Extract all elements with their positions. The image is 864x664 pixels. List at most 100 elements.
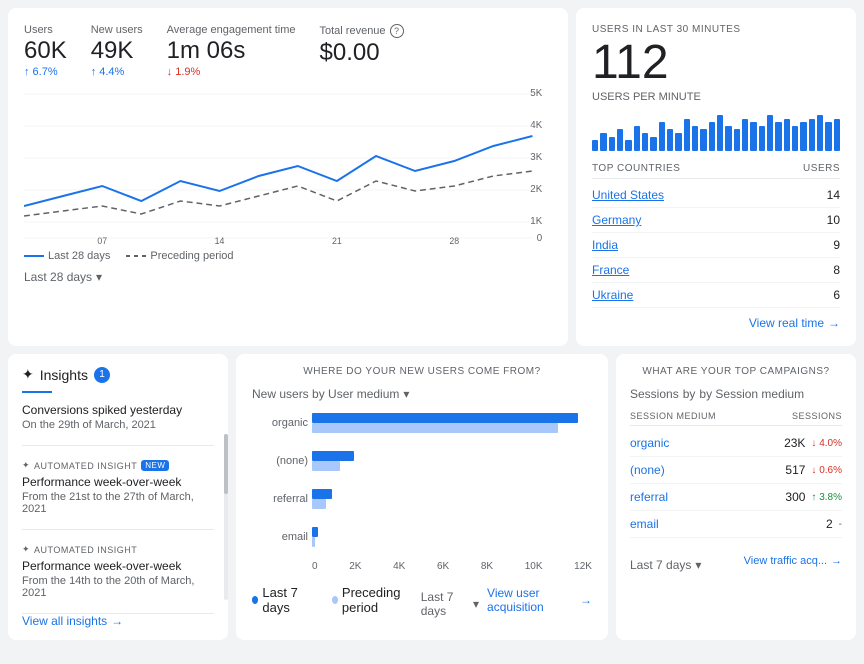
campaigns-filter1[interactable]: Sessions xyxy=(630,387,679,401)
mini-bar-chart xyxy=(592,111,840,151)
bar-primary-email xyxy=(312,527,318,537)
bar-secondary-organic xyxy=(312,423,558,433)
bar-wrapper-email xyxy=(312,527,592,547)
bar-wrapper-none xyxy=(312,451,592,471)
mini-bar-item xyxy=(775,122,781,151)
mini-bar-item xyxy=(784,119,790,151)
campaign-change: ↑ 3.8% xyxy=(811,492,842,503)
line-chart: 5K 4K 3K 2K 1K 0 07 Mar 14 xyxy=(24,86,552,246)
campaign-sessions: 300 xyxy=(765,490,805,504)
metric-revenue: Total revenue ? $0.00 xyxy=(320,24,404,78)
campaign-stats: 23K ↓ 4.0% xyxy=(765,436,842,450)
realtime-card: USERS IN LAST 30 MINUTES 112 USERS PER M… xyxy=(576,8,856,346)
legend-dot-last7 xyxy=(252,596,258,604)
new-users-date-filter[interactable]: Last 7 days ▾ xyxy=(421,590,479,618)
new-users-section-title: WHERE DO YOUR NEW USERS COME FROM? xyxy=(252,366,592,377)
line-chart-svg: 5K 4K 3K 2K 1K 0 07 Mar 14 xyxy=(24,86,552,246)
date-filter-button[interactable]: Last 28 days ▾ xyxy=(24,270,552,284)
mini-bar-item xyxy=(700,129,706,151)
svg-text:28: 28 xyxy=(449,236,459,246)
country-row: United States 14 xyxy=(592,183,840,208)
campaign-name[interactable]: (none) xyxy=(630,463,665,477)
insight-item-2: ✦ AUTOMATED INSIGHT New Performance week… xyxy=(22,460,214,530)
campaigns-filter2[interactable]: by Session medium xyxy=(699,387,804,401)
campaign-sessions: 23K xyxy=(765,436,805,450)
svg-text:1K: 1K xyxy=(530,216,542,227)
mini-bar-item xyxy=(825,122,831,151)
mini-bar-item xyxy=(667,129,673,151)
mini-bar-item xyxy=(734,129,740,151)
country-name[interactable]: United States xyxy=(592,188,664,202)
mini-bar-item xyxy=(817,115,823,151)
arrow-right-icon: → xyxy=(831,555,842,567)
scrollbar-thumb[interactable] xyxy=(224,434,228,494)
view-all-insights-link[interactable]: View all insights → xyxy=(22,614,214,628)
bar-wrapper-organic xyxy=(312,413,592,433)
svg-text:21: 21 xyxy=(332,236,342,246)
mini-bar-item xyxy=(792,126,798,151)
chevron-down-icon: ▾ xyxy=(96,270,102,284)
campaigns-section-title: WHAT ARE YOUR TOP CAMPAIGNS? xyxy=(630,366,842,377)
campaigns-date-filter[interactable]: Last 7 days ▾ xyxy=(630,558,701,572)
mini-bar-item xyxy=(767,115,773,151)
campaign-row: email 2 - xyxy=(630,511,842,538)
campaign-sessions: 2 xyxy=(793,517,833,531)
arrow-right-icon: → xyxy=(580,593,592,607)
mini-bar-item xyxy=(617,129,623,151)
country-name[interactable]: France xyxy=(592,263,629,277)
sparkle-icon-2: ✦ xyxy=(22,460,30,471)
view-user-acquisition-link[interactable]: View user acquisition → xyxy=(487,586,592,614)
mini-bar-item xyxy=(684,119,690,151)
new-users-footer: Last 7 days Preceding period Last 7 days… xyxy=(252,582,592,618)
mini-bar-item xyxy=(675,133,681,151)
bar-row-none: (none) xyxy=(312,451,592,471)
campaign-sessions: 517 xyxy=(765,463,805,477)
chart-legend: Last 28 days Preceding period xyxy=(24,250,552,262)
country-name[interactable]: Ukraine xyxy=(592,288,633,302)
campaign-name[interactable]: organic xyxy=(630,436,669,450)
campaign-change: ↓ 0.6% xyxy=(811,465,842,476)
campaign-row: (none) 517 ↓ 0.6% xyxy=(630,457,842,484)
campaigns-filter-row: Sessions by by Session medium xyxy=(630,387,842,401)
metric-new-users: New users 49K ↑ 4.4% xyxy=(91,24,143,78)
chevron-down-icon: ▾ xyxy=(695,558,701,572)
campaign-rows: organic 23K ↓ 4.0% (none) 517 ↓ 0.6% ref… xyxy=(630,430,842,538)
mini-bar-item xyxy=(717,115,723,151)
view-traffic-acq-link[interactable]: View traffic acq... → xyxy=(744,555,842,567)
mini-bar-item xyxy=(642,133,648,151)
new-users-chart-filter[interactable]: New users by User medium ▾ xyxy=(252,387,592,401)
legend-last7: Last 7 days xyxy=(252,585,316,615)
insight-item-3: ✦ AUTOMATED INSIGHT Performance week-ove… xyxy=(22,544,214,614)
country-name[interactable]: India xyxy=(592,238,618,252)
countries-header: TOP COUNTRIES USERS xyxy=(592,163,840,179)
insight-detail-1: On the 29th of March, 2021 xyxy=(22,419,214,431)
top-section: Users 60K ↑ 6.7% New users 49K ↑ 4.4% Av… xyxy=(8,8,856,346)
insight-type-2: ✦ AUTOMATED INSIGHT New xyxy=(22,460,214,471)
bar-secondary-referral xyxy=(312,499,326,509)
metric-users: Users 60K ↑ 6.7% xyxy=(24,24,67,78)
mini-bar-item xyxy=(625,140,631,151)
country-name[interactable]: Germany xyxy=(592,213,641,227)
scrollbar-track[interactable] xyxy=(224,434,228,600)
bottom-section: ✦ Insights 1 Conversions spiked yesterda… xyxy=(8,354,856,640)
svg-text:0: 0 xyxy=(537,233,543,244)
view-realtime-link-container: View real time → xyxy=(592,316,840,330)
horizontal-bar-chart: organic (none) referral xyxy=(252,413,592,547)
mini-bar-item xyxy=(600,133,606,151)
new-badge: New xyxy=(141,460,169,471)
legend-preceding-period: Preceding period xyxy=(332,585,421,615)
metrics-row: Users 60K ↑ 6.7% New users 49K ↑ 4.4% Av… xyxy=(24,24,552,78)
svg-text:Mar: Mar xyxy=(95,245,110,246)
campaign-name[interactable]: email xyxy=(630,517,659,531)
insight-type-3: ✦ AUTOMATED INSIGHT xyxy=(22,544,214,555)
view-realtime-link[interactable]: View real time → xyxy=(749,316,840,330)
country-users: 6 xyxy=(833,288,840,302)
mini-bar-item xyxy=(800,122,806,151)
mini-bar-item xyxy=(709,122,715,151)
bar-wrapper-referral xyxy=(312,489,592,509)
campaign-name[interactable]: referral xyxy=(630,490,668,504)
mini-bar-item xyxy=(650,137,656,151)
campaign-row: organic 23K ↓ 4.0% xyxy=(630,430,842,457)
campaign-change: ↓ 4.0% xyxy=(811,438,842,449)
bar-row-organic: organic xyxy=(312,413,592,433)
